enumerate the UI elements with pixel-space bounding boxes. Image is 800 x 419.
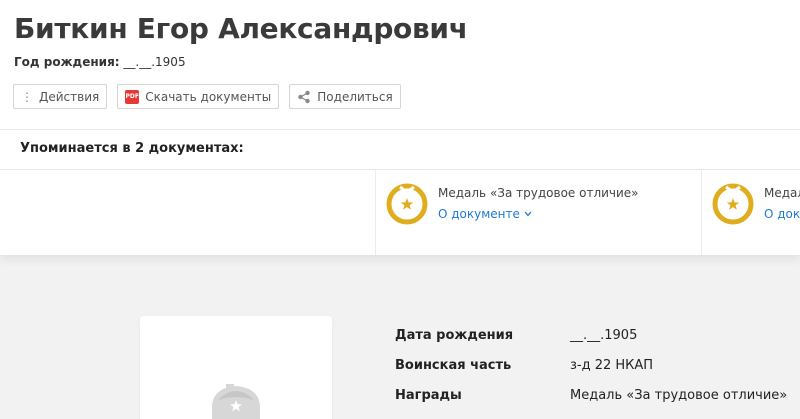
share-button[interactable]: Поделиться xyxy=(289,84,401,109)
detail-value-award-link[interactable]: Медаль «За трудовое отличие» xyxy=(570,388,787,403)
medal-icon xyxy=(386,183,428,225)
detail-row-military-unit: Воинская часть з-д 22 НКАП xyxy=(395,350,787,380)
share-button-label: Поделиться xyxy=(317,89,393,104)
detail-value: з-д 22 НКАП xyxy=(570,357,654,373)
about-document-label: О документе xyxy=(438,207,520,221)
actions-button[interactable]: ⋮ Действия xyxy=(13,84,108,109)
chevron-down-icon xyxy=(524,211,532,217)
document-title: Медаль «За трудовое отличие» xyxy=(438,186,639,200)
share-icon xyxy=(297,90,311,104)
mentions-heading: Упоминается в 2 документах: xyxy=(20,141,244,156)
header-panel: Биткин Егор Александрович Год рождения: … xyxy=(0,0,800,255)
document-card[interactable]: Медаль «За трудовое отличие» О документе xyxy=(386,180,639,240)
about-document-label: О документе xyxy=(764,207,800,221)
detail-key: Награды xyxy=(395,387,462,403)
detail-key: Воинская часть xyxy=(395,357,512,373)
person-details: Дата рождения __.__.1905 Воинская часть … xyxy=(395,320,787,410)
document-title: Медаль «За трудовое отличие» xyxy=(764,186,800,200)
more-vertical-icon: ⋮ xyxy=(21,89,33,104)
divider xyxy=(0,169,800,170)
birth-year-label: Год рождения: xyxy=(14,55,120,69)
divider xyxy=(0,129,800,130)
download-documents-button[interactable]: PDF Скачать документы xyxy=(117,84,280,109)
pdf-badge: PDF xyxy=(125,89,140,104)
detail-row-awards: Награды Медаль «За трудовое отличие» xyxy=(395,380,787,410)
detail-value: __.__.1905 xyxy=(570,327,638,343)
birth-year-value: __.__.1905 xyxy=(123,55,186,69)
soldier-placeholder-icon xyxy=(212,384,260,419)
medal-icon xyxy=(712,183,754,225)
photo-placeholder-card xyxy=(140,316,332,419)
pdf-icon: PDF xyxy=(125,89,140,104)
about-document-link[interactable]: О документе xyxy=(438,207,639,221)
birth-year-line: Год рождения: __.__.1905 xyxy=(14,55,186,69)
card-divider xyxy=(375,170,376,255)
detail-row-birth-date: Дата рождения __.__.1905 xyxy=(395,320,787,350)
detail-key: Дата рождения xyxy=(395,327,514,343)
card-divider xyxy=(701,170,702,255)
actions-button-label: Действия xyxy=(39,89,100,104)
about-document-link[interactable]: О документе xyxy=(764,207,800,221)
page-title: Биткин Егор Александрович xyxy=(14,12,468,45)
download-documents-label: Скачать документы xyxy=(145,89,272,104)
action-toolbar: ⋮ Действия PDF Скачать документы Поделит… xyxy=(13,84,401,109)
document-card[interactable]: Медаль «За трудовое отличие» О документе xyxy=(712,180,800,240)
